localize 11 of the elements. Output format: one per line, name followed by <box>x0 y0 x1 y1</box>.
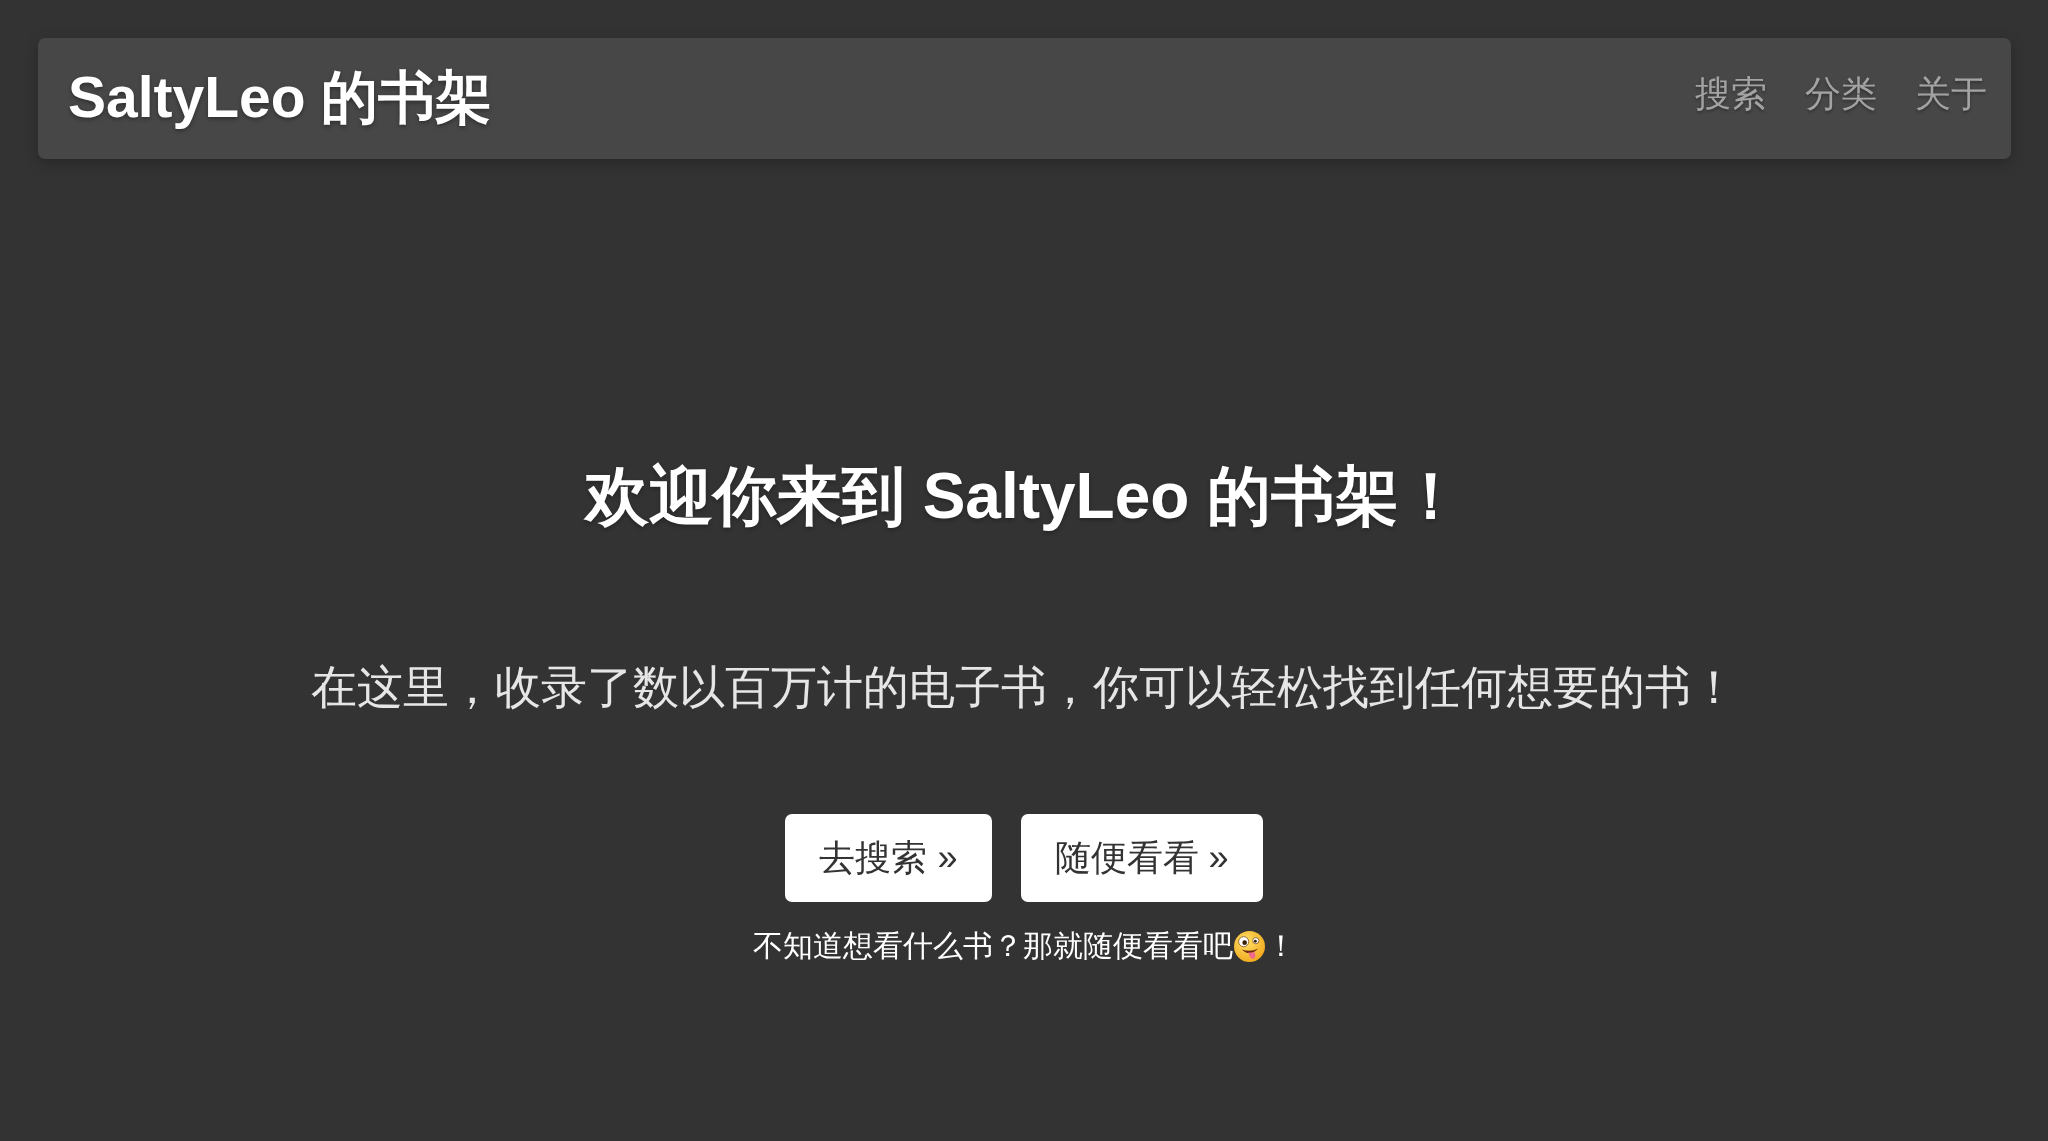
nav-link[interactable]: 关于 <box>1915 70 1987 119</box>
nav-link[interactable]: 分类 <box>1805 70 1877 119</box>
nav-link[interactable]: 搜索 <box>1695 70 1767 119</box>
caption-text: 不知道想看什么书？那就随便看看吧 <box>752 928 1233 964</box>
hero-button[interactable]: 去搜索 » <box>785 814 992 902</box>
brand-link[interactable]: SaltyLeo 的书架 <box>68 60 493 137</box>
subtitle-text: 在这里，收录了数以百万计的电子书，你可以轻松找到任何想要的书！ <box>311 660 1737 715</box>
caption-end-text: ！ <box>1265 928 1296 964</box>
welcome-heading: 欢迎你来到 SaltyLeo 的书架！ <box>584 459 1464 534</box>
zany-face-icon <box>1233 930 1265 962</box>
hero-button[interactable]: 随便看看 » <box>1020 814 1263 902</box>
